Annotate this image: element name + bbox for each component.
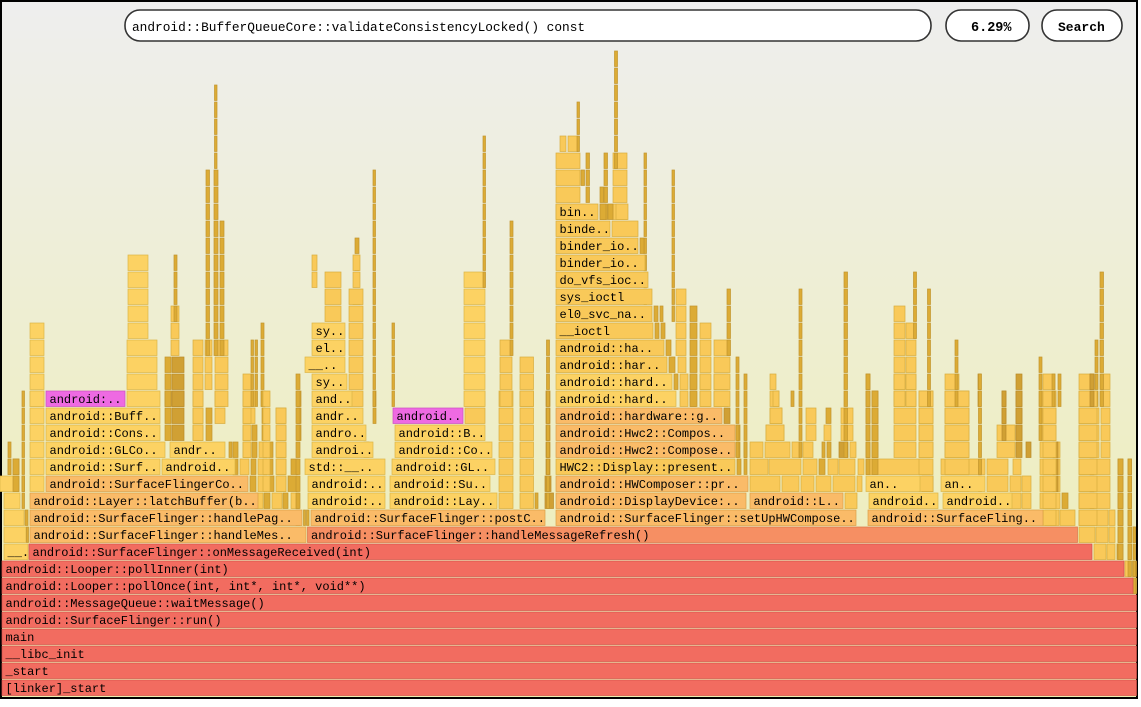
svg-text:android::Lay..: android::Lay.. (394, 495, 495, 509)
svg-text:android::SurfaceFlingerCo..: android::SurfaceFlingerCo.. (50, 478, 244, 492)
svg-text:__..: __.. (308, 359, 338, 373)
svg-text:android::hard..: android::hard.. (560, 393, 668, 407)
svg-text:binder_io..: binder_io.. (560, 257, 639, 271)
svg-text:android::L..: android::L.. (754, 495, 840, 509)
svg-text:an..: an.. (945, 478, 974, 492)
svg-text:main: main (6, 631, 35, 645)
svg-text:andro..: andro.. (316, 427, 366, 441)
svg-text:androi..: androi.. (316, 444, 374, 458)
svg-text:android::hardware::g..: android::hardware::g.. (560, 410, 718, 424)
svg-text:andr..: andr.. (174, 444, 217, 458)
svg-text:__ioctl: __ioctl (559, 325, 610, 339)
svg-text:sy..: sy.. (316, 376, 345, 390)
svg-text:android::GL..: android::GL.. (396, 461, 490, 475)
svg-text:android::Surf..: android::Surf.. (50, 461, 158, 475)
svg-text:sy..: sy.. (316, 325, 345, 339)
svg-text:bin..: bin.. (560, 206, 596, 220)
svg-text:6.29%: 6.29% (971, 21, 1012, 36)
svg-text:android::SurfaceFlinger::onMes: android::SurfaceFlinger::onMessageReceiv… (33, 546, 371, 560)
svg-text:do_vfs_ioc..: do_vfs_ioc.. (560, 274, 646, 288)
svg-text:[linker]_start: [linker]_start (6, 682, 107, 696)
svg-text:android::Hwc2::Compose..: android::Hwc2::Compose.. (560, 444, 733, 458)
svg-text:android::HWComposer::pr..: android::HWComposer::pr.. (560, 478, 740, 492)
svg-text:android::DisplayDevice:..: android::DisplayDevice:.. (560, 495, 740, 509)
svg-text:android::Hwc2::Compos..: android::Hwc2::Compos.. (560, 427, 726, 441)
svg-text:and..: and.. (316, 393, 352, 407)
svg-text:andr..: andr.. (316, 410, 359, 424)
svg-text:android::SurfaceFlinger::handl: android::SurfaceFlinger::handlePag.. (34, 512, 293, 526)
svg-text:android..: android.. (947, 495, 1012, 509)
svg-text:std::__..: std::__.. (309, 461, 374, 475)
svg-text:android::GLCo..: android::GLCo.. (50, 444, 158, 458)
svg-text:android:..: android:.. (312, 478, 384, 492)
svg-text:android::SurfaceFling..: android::SurfaceFling.. (872, 512, 1038, 526)
svg-text:binde..: binde.. (560, 223, 610, 237)
svg-text:android::SurfaceFlinger::setUp: android::SurfaceFlinger::setUpHWCompose.… (560, 512, 855, 526)
svg-text:el0_svc_na..: el0_svc_na.. (560, 308, 646, 322)
svg-text:android..: android.. (873, 495, 938, 509)
svg-text:android::Looper::pollOnce(int,: android::Looper::pollOnce(int, int*, int… (6, 580, 366, 594)
svg-text:android::Cons..: android::Cons.. (50, 427, 158, 441)
svg-text:an..: an.. (870, 478, 899, 492)
svg-text:android::ha..: android::ha.. (560, 342, 654, 356)
svg-text:android::BufferQueueCore::vali: android::BufferQueueCore::validateConsis… (132, 20, 585, 35)
svg-text:android:..: android:.. (312, 495, 384, 509)
svg-text:android::B..: android::B.. (399, 427, 485, 441)
svg-text:android::Buff..: android::Buff.. (50, 410, 158, 424)
svg-text:android::Su..: android::Su.. (394, 478, 488, 492)
svg-text:sys_ioctl: sys_ioctl (560, 291, 625, 305)
svg-text:android::SurfaceFlinger::handl: android::SurfaceFlinger::handleMes.. (34, 529, 293, 543)
svg-text:android::SurfaceFlinger::handl: android::SurfaceFlinger::handleMessageRe… (311, 529, 649, 543)
svg-text:android::Looper::pollInner(int: android::Looper::pollInner(int) (6, 563, 229, 577)
svg-text:android::MessageQueue::waitMes: android::MessageQueue::waitMessage() (6, 597, 265, 611)
svg-text:Search: Search (1058, 20, 1105, 35)
svg-text:android::SurfaceFlinger::postC: android::SurfaceFlinger::postC.. (315, 512, 545, 526)
svg-text:android::Co..: android::Co.. (399, 444, 493, 458)
svg-text:el..: el.. (316, 342, 345, 356)
svg-text:android:..: android:.. (50, 393, 122, 407)
svg-text:__.: __. (7, 546, 30, 560)
svg-text:HWC2::Display::present..: HWC2::Display::present.. (560, 461, 733, 475)
svg-text:__libc_init: __libc_init (5, 648, 85, 662)
svg-text:android::hard..: android::hard.. (560, 376, 668, 390)
svg-text:android..: android.. (166, 461, 231, 475)
svg-text:android::SurfaceFlinger::run(): android::SurfaceFlinger::run() (6, 614, 222, 628)
svg-text:android::har..: android::har.. (560, 359, 661, 373)
svg-text:android::Layer::latchBuffer(b.: android::Layer::latchBuffer(b.. (34, 495, 257, 509)
svg-text:android..: android.. (397, 410, 462, 424)
svg-text:_start: _start (5, 665, 49, 679)
svg-text:binder_io..: binder_io.. (560, 240, 639, 254)
